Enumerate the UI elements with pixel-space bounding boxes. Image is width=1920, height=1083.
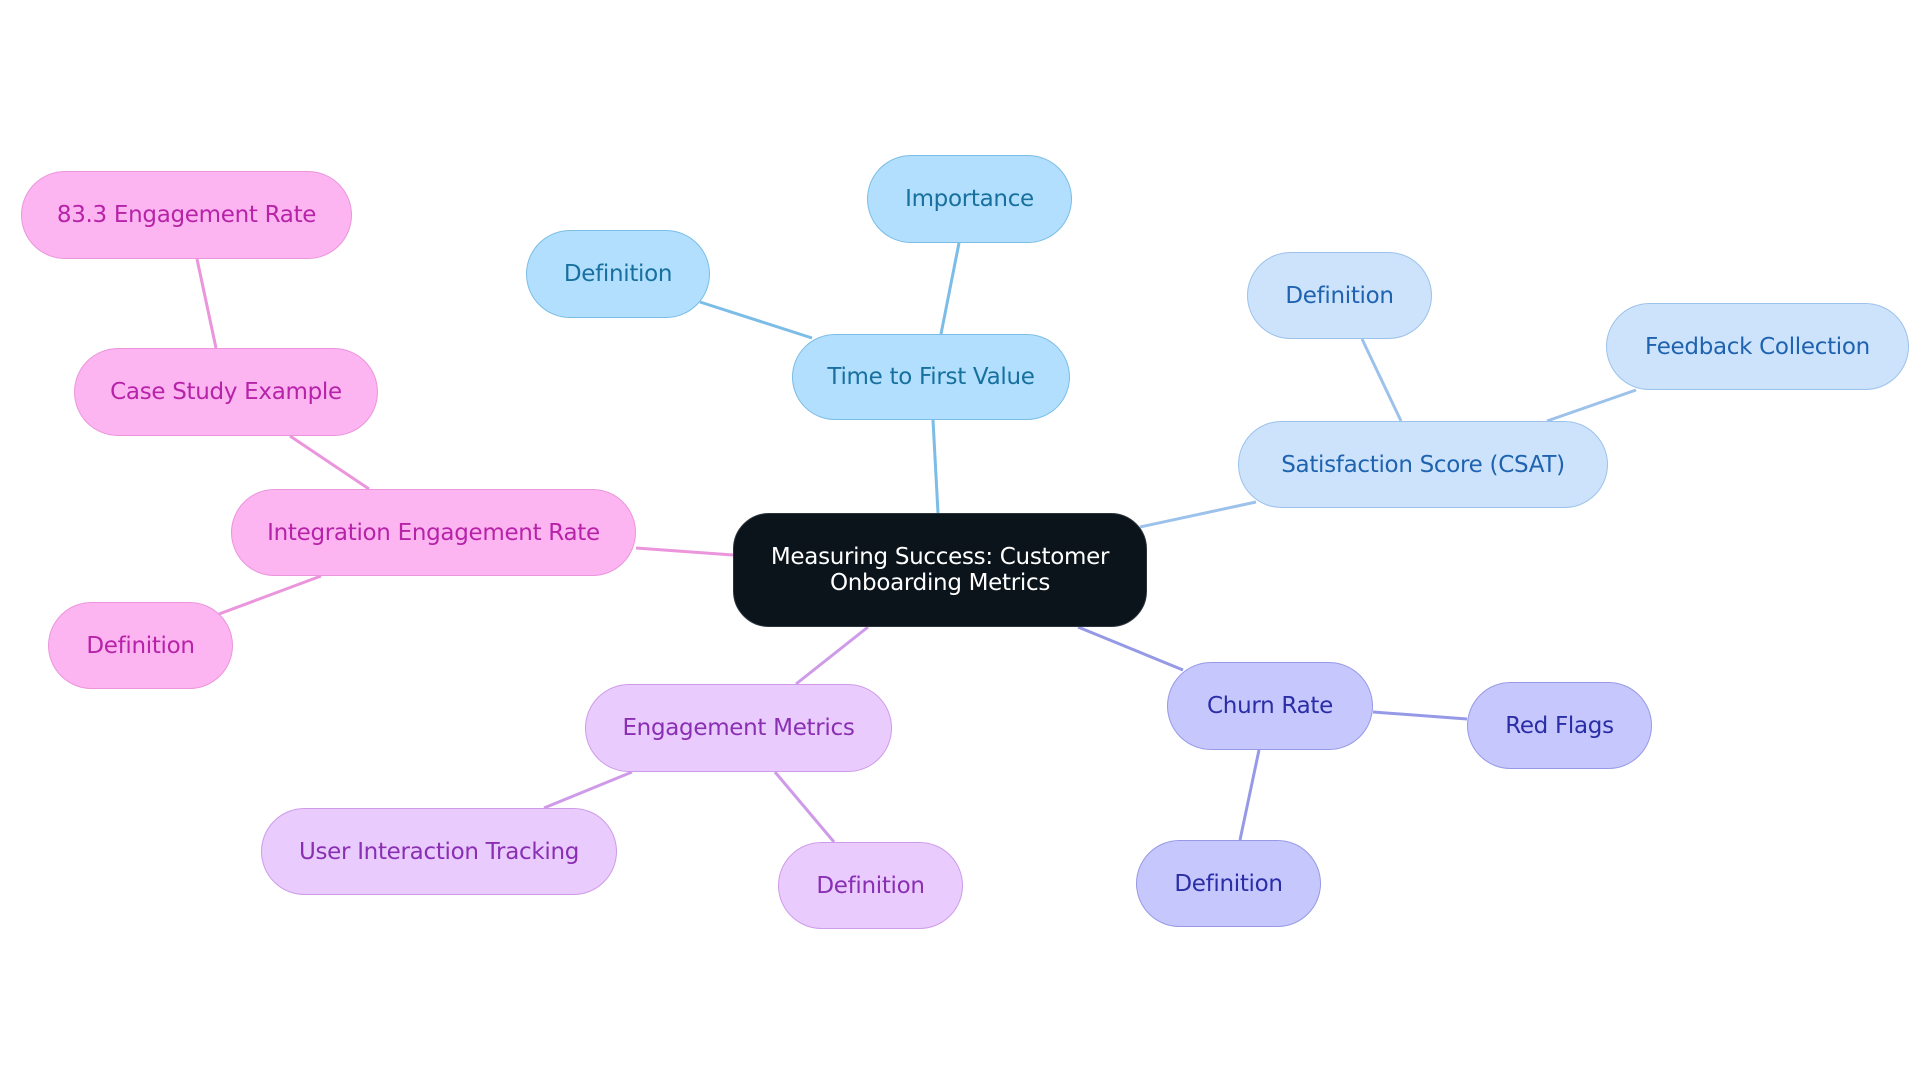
node-ttfv-importance[interactable]: Importance [867, 155, 1072, 243]
node-csat[interactable]: Satisfaction Score (CSAT) [1238, 421, 1608, 508]
edge-churn-redflags [1372, 710, 1468, 721]
edge-root-ttfv [931, 419, 940, 514]
edge-engagement-definition [773, 771, 836, 843]
edge-root-engagement [795, 625, 869, 686]
node-churn-rate[interactable]: Churn Rate [1167, 662, 1373, 750]
root-node[interactable]: Measuring Success: Customer Onboarding M… [733, 513, 1147, 627]
edge-root-integration [635, 546, 734, 557]
node-engagement-metrics[interactable]: Engagement Metrics [585, 684, 892, 772]
node-engagement-definition[interactable]: Definition [778, 842, 963, 929]
node-integration-engagement-rate[interactable]: Integration Engagement Rate [231, 489, 636, 576]
edge-casestudy-833 [195, 258, 218, 349]
edge-csat-feedback [1546, 388, 1637, 423]
node-user-interaction-tracking[interactable]: User Interaction Tracking [261, 808, 617, 895]
node-case-study-example[interactable]: Case Study Example [74, 348, 378, 436]
edge-integration-casestudy [289, 434, 370, 491]
node-83-3-engagement-rate[interactable]: 83.3 Engagement Rate [21, 171, 352, 259]
node-churn-definition[interactable]: Definition [1136, 840, 1321, 927]
edge-root-csat [1139, 500, 1257, 529]
node-time-to-first-value[interactable]: Time to First Value [792, 334, 1070, 420]
edge-ttfv-definition [699, 300, 813, 340]
edge-csat-definition [1360, 338, 1403, 422]
edge-ttfv-importance [939, 242, 961, 335]
node-integration-definition[interactable]: Definition [48, 602, 233, 689]
edge-churn-definition [1238, 749, 1261, 841]
node-ttfv-definition[interactable]: Definition [526, 230, 710, 318]
node-churn-red-flags[interactable]: Red Flags [1467, 682, 1652, 769]
edge-integration-definition [218, 574, 322, 616]
node-csat-definition[interactable]: Definition [1247, 252, 1432, 339]
edge-root-churn [1077, 625, 1184, 672]
node-csat-feedback-collection[interactable]: Feedback Collection [1606, 303, 1909, 390]
edge-engagement-uit [543, 770, 633, 810]
